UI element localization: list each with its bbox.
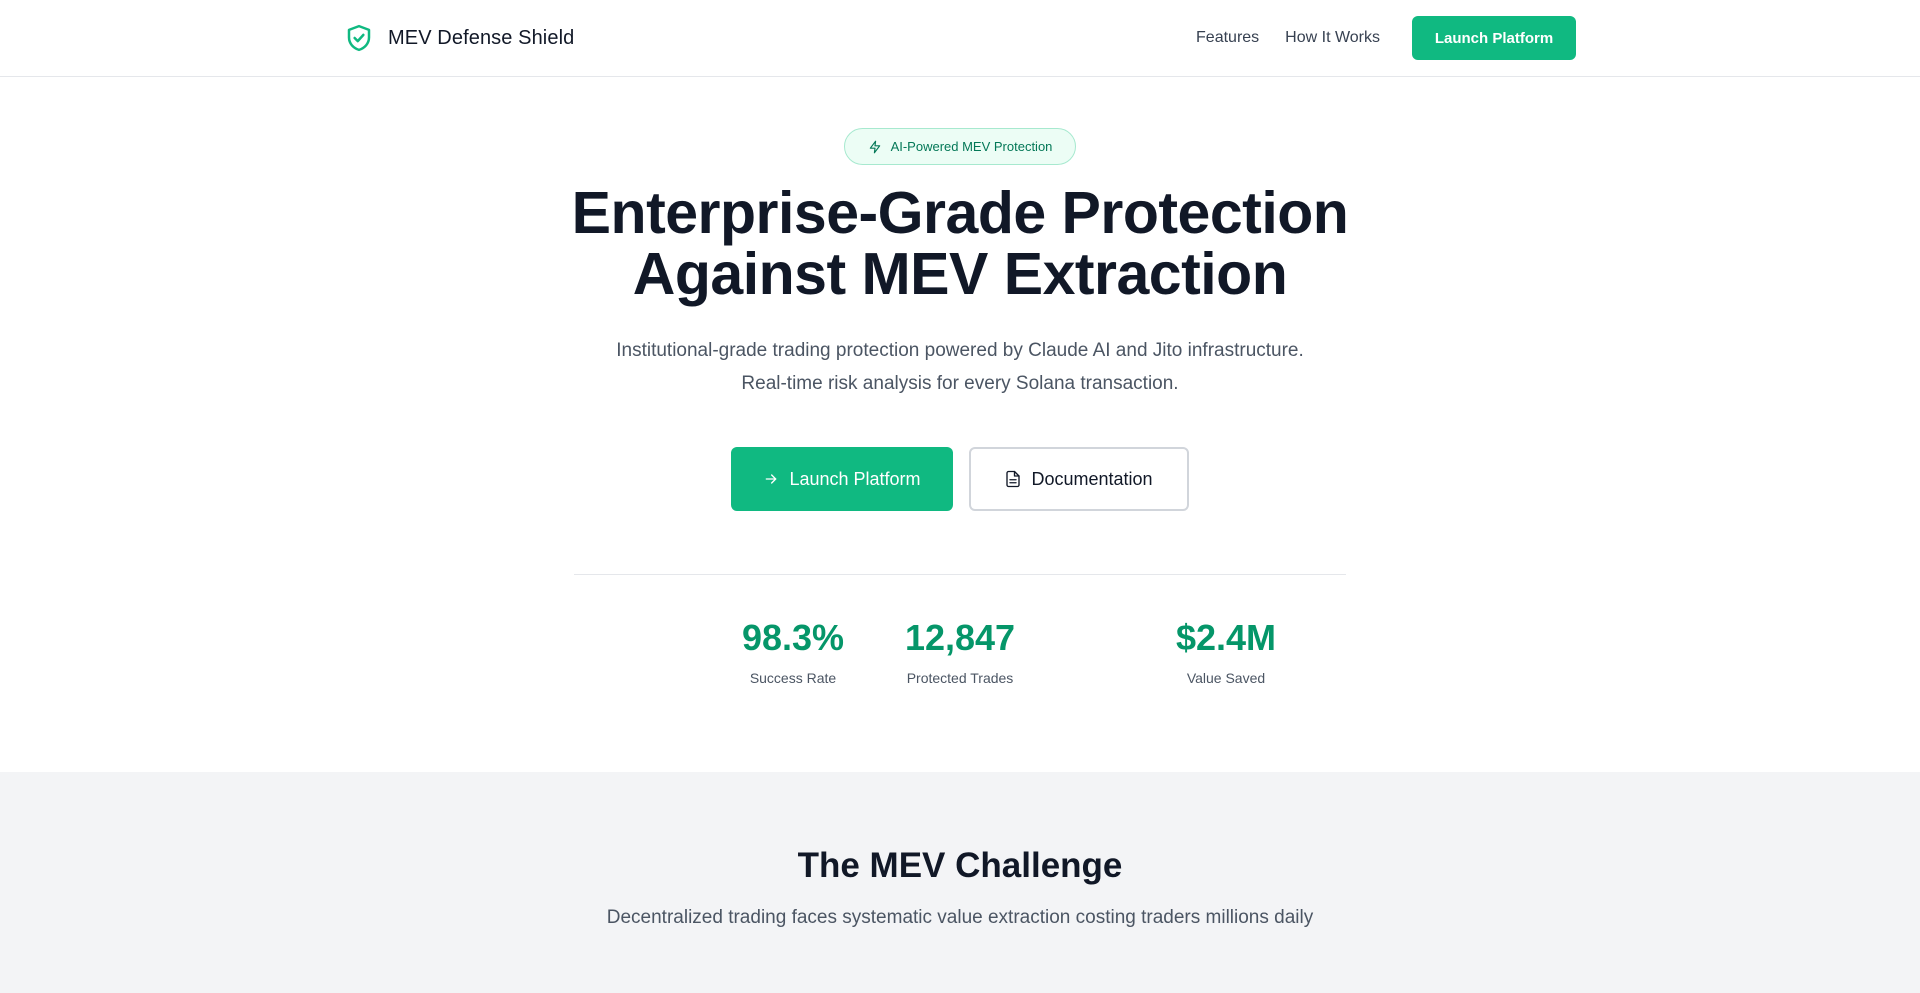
stats-row: 98.3% Success Rate 12,847 Protected Trad… xyxy=(574,616,1374,696)
nav-link-how-it-works[interactable]: How It Works xyxy=(1285,29,1380,47)
documentation-button-label: Documentation xyxy=(1031,468,1153,489)
arrow-right-icon xyxy=(766,474,777,484)
hero-subtitle-line-2: Real-time risk analysis for every Solana… xyxy=(741,373,1179,394)
shield-check-icon xyxy=(347,24,371,52)
hero-subtitle: Institutional-grade trading protection p… xyxy=(460,334,1460,400)
main-nav: Features How It Works Launch Platform xyxy=(1196,16,1576,60)
hero-subtitle-line-1: Institutional-grade trading protection p… xyxy=(616,340,1304,361)
hero-cta-row: Launch Platform Documentation xyxy=(731,447,1189,511)
stat-label: Protected Trades xyxy=(906,670,1014,686)
hero-badge-label: AI-Powered MEV Protection xyxy=(890,139,1053,154)
stat-value: 12,847 xyxy=(904,617,1016,658)
hero-title-line-2: Against MEV Extraction xyxy=(632,241,1288,307)
challenge-title: The MEV Challenge xyxy=(797,846,1123,885)
top-navbar: MEV Defense Shield Features How It Works… xyxy=(0,0,1920,77)
hero-badge: AI-Powered MEV Protection xyxy=(844,128,1076,165)
hero-title-line-1: Enterprise-Grade Protection xyxy=(571,180,1349,246)
launch-platform-nav-button[interactable]: Launch Platform xyxy=(1412,16,1576,60)
nav-link-features[interactable]: Features xyxy=(1196,29,1259,47)
stat-protected-trades: 12,847 Protected Trades xyxy=(840,616,1080,686)
brand[interactable]: MEV Defense Shield xyxy=(344,22,574,54)
launch-platform-button[interactable]: Launch Platform xyxy=(731,447,953,511)
stat-value: $2.4M xyxy=(1175,617,1277,658)
lightning-icon xyxy=(869,140,880,153)
document-icon xyxy=(1006,470,1021,488)
challenge-subtitle: Decentralized trading faces systematic v… xyxy=(606,907,1314,928)
hero-title: Enterprise-Grade Protection Against MEV … xyxy=(360,183,1560,305)
stat-value-saved: $2.4M Value Saved xyxy=(1106,616,1346,686)
brand-name: MEV Defense Shield xyxy=(388,26,575,49)
stats-divider xyxy=(574,574,1346,575)
launch-platform-button-label: Launch Platform xyxy=(789,468,921,489)
stat-label: Value Saved xyxy=(1186,670,1266,686)
documentation-button[interactable]: Documentation xyxy=(969,447,1189,511)
